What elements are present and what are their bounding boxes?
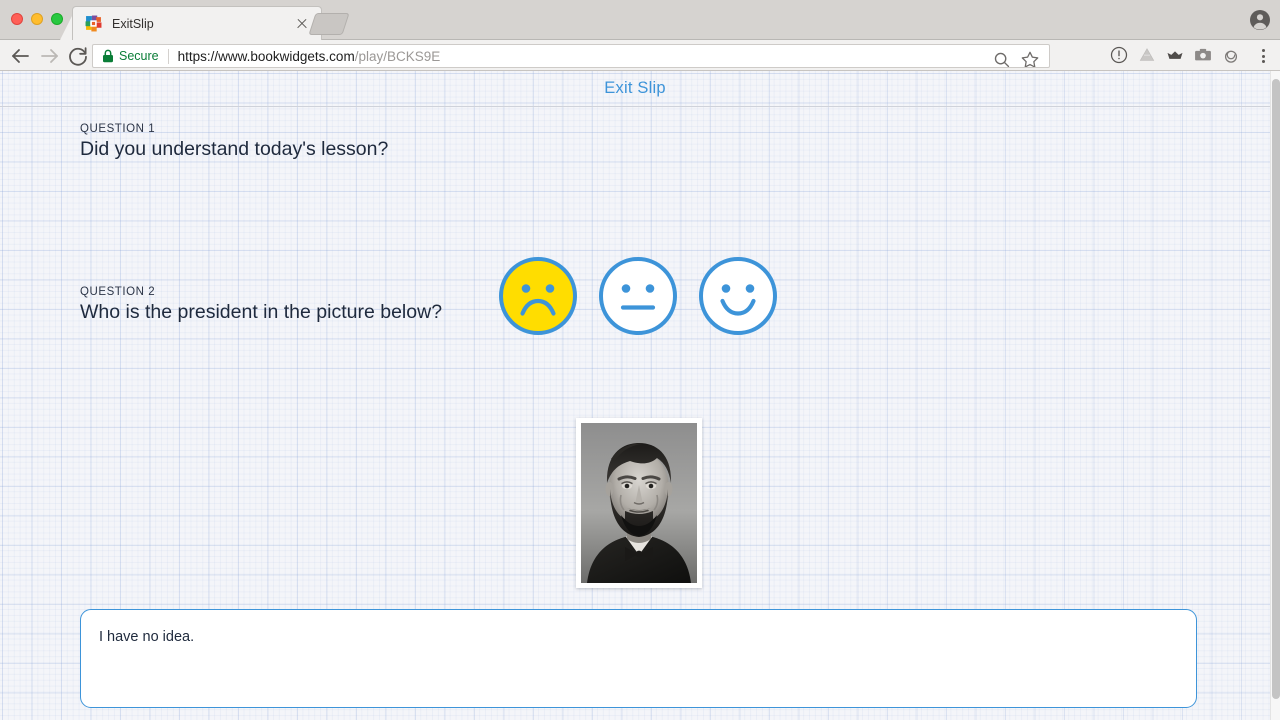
crown-icon[interactable] [1164,44,1186,66]
question-2-label: QUESTION 2 [80,286,156,298]
question-1-label: QUESTION 1 [80,123,156,135]
star-bookmark-icon[interactable] [1019,49,1041,68]
new-tab-button[interactable] [308,13,350,35]
google-drive-icon[interactable] [1136,44,1158,66]
address-bar[interactable]: Secure https://www.bookwidgets.com/play/… [92,44,1050,68]
happy-face-option[interactable] [697,255,779,337]
tab-close-icon[interactable] [293,15,311,33]
url-path: /play/BCKS9E [354,48,441,64]
browser-tab-bar: ExitSlip [0,0,1280,40]
close-window-button[interactable] [11,13,23,25]
browser-window: ExitSlip Secure https://www.bookwidgets.… [0,0,1280,720]
three-dot-menu-icon[interactable] [1253,44,1273,68]
reload-icon[interactable] [66,44,90,68]
question-1-text: Did you understand today's lesson? [80,138,389,160]
page-scrollbar-track[interactable] [1270,71,1280,720]
tab-title: ExitSlip [112,16,154,31]
browser-tab-exitslip[interactable]: ExitSlip [72,6,322,40]
secure-label: Secure [119,49,159,63]
camera-icon[interactable] [1192,44,1214,66]
abraham-lincoln-portrait-icon [581,423,697,583]
extension-icons [1108,44,1242,66]
sad-face-option[interactable] [497,255,579,337]
page-content: QUESTION 1 Did you understand today's le… [0,108,1270,720]
exit-slip-page: Exit Slip QUESTION 1 Did you understand … [0,71,1280,720]
page-scrollbar-thumb[interactable] [1272,79,1280,699]
window-controls [11,13,63,25]
browser-toolbar: Secure https://www.bookwidgets.com/play/… [0,40,1280,71]
url-domain: https://www.bookwidgets.com [177,48,355,64]
bookwidgets-logo-icon [85,15,102,32]
page-header: Exit Slip [0,71,1270,107]
question-2-block: QUESTION 2 Who is the president in the p… [80,286,442,324]
profile-avatar-icon[interactable] [1248,8,1272,32]
question-2-text: Who is the president in the picture belo… [80,301,443,323]
spiral-icon[interactable] [1220,44,1242,66]
forward-arrow-icon [41,49,58,63]
url-text: https://www.bookwidgets.com/play/BCKS9E [178,49,441,64]
back-arrow-icon[interactable] [8,44,32,68]
smiley-rating-group [497,255,779,337]
lock-icon [102,49,114,63]
open-answer-input[interactable] [80,609,1197,708]
info-circle-icon[interactable] [1108,44,1130,66]
question-2-image-frame[interactable] [576,418,702,588]
page-title: Exit Slip [604,79,666,97]
search-icon[interactable] [991,49,1013,68]
question-1-block: QUESTION 1 Did you understand today's le… [80,123,388,161]
minimize-window-button[interactable] [31,13,43,25]
omnibox-divider [167,48,169,64]
neutral-face-option[interactable] [597,255,679,337]
